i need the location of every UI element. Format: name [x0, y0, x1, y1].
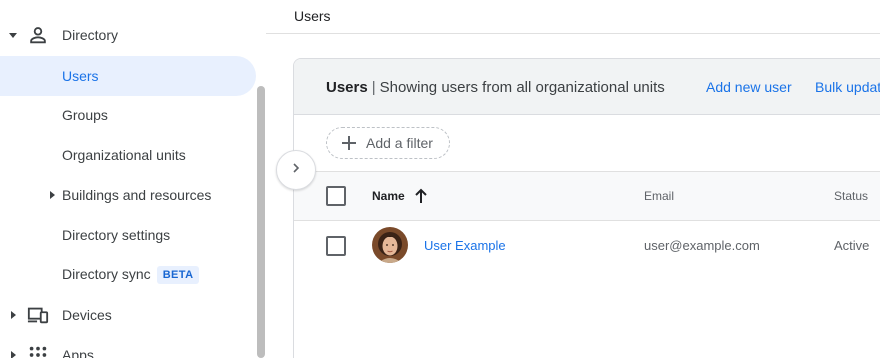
sidebar-item-label: Buildings and resources [62, 187, 212, 203]
divider [266, 33, 880, 34]
avatar [372, 227, 408, 263]
table-header: Name Email Status [294, 171, 880, 221]
user-name-link[interactable]: User Example [424, 238, 506, 253]
sidebar-item-label: Users [62, 68, 99, 84]
caret-right-icon[interactable] [48, 190, 56, 200]
caret-down-icon[interactable] [8, 30, 18, 40]
sidebar-item-label: Directory settings [62, 227, 171, 243]
add-new-user-link[interactable]: Add new user [706, 79, 792, 95]
users-card: Users | Showing users from all organizatio… [293, 58, 880, 358]
sidebar-item-directory-settings[interactable]: Directory settings [0, 215, 256, 255]
card-title-bold: Users [326, 79, 368, 96]
sidebar: Directory Users Groups Organizational un… [0, 0, 266, 358]
sidebar-item-label: Directory [62, 27, 119, 43]
sidebar-item-devices[interactable]: Devices [0, 295, 256, 335]
person-icon [27, 24, 49, 46]
sidebar-item-label: Groups [62, 107, 108, 123]
caret-right-icon[interactable] [8, 310, 18, 320]
beta-badge: BETA [156, 266, 200, 285]
caret-right-icon[interactable] [8, 350, 18, 358]
sidebar-item-label-wrap: Directory sync BETA [62, 265, 200, 285]
apps-grid-icon [27, 344, 49, 358]
main-content: Users Users | Showing users from all organ… [266, 0, 880, 358]
add-filter-label: Add a filter [366, 135, 433, 151]
sidebar-item-apps[interactable]: Apps [0, 335, 256, 358]
card-header: Users | Showing users from all organizatio… [294, 59, 880, 115]
sidebar-item-groups[interactable]: Groups [0, 95, 256, 135]
arrow-up-icon[interactable] [414, 188, 428, 204]
title-separator: | [371, 79, 376, 96]
sidebar-item-users[interactable]: Users [0, 56, 256, 96]
add-filter-button[interactable]: Add a filter [326, 127, 450, 159]
sidebar-item-directory[interactable]: Directory [0, 15, 266, 55]
sidebar-item-label: Organizational units [62, 147, 186, 163]
select-all-checkbox[interactable] [326, 186, 346, 206]
user-status: Active [834, 238, 870, 253]
column-header-email[interactable]: Email [644, 189, 674, 203]
plus-icon [339, 136, 359, 150]
card-subtitle: Showing users from all organizational un… [379, 79, 665, 96]
sidebar-item-organizational-units[interactable]: Organizational units [0, 135, 256, 175]
table-row[interactable]: User Example user@example.com Active [294, 221, 880, 271]
bulk-update-link[interactable]: Bulk updat [815, 79, 880, 95]
user-email: user@example.com [644, 238, 760, 253]
sidebar-item-directory-sync[interactable]: Directory sync BETA [0, 255, 256, 295]
column-header-name[interactable]: Name [372, 189, 405, 203]
sidebar-item-label: Devices [62, 307, 112, 323]
devices-icon [27, 304, 49, 326]
row-checkbox[interactable] [326, 236, 346, 256]
card-title: Users | Showing users from all organizatio… [326, 79, 665, 96]
page-title: Users [294, 8, 331, 24]
sidebar-item-buildings-and-resources[interactable]: Buildings and resources [0, 175, 256, 215]
chevron-right-icon [290, 161, 302, 179]
sidebar-item-label: Apps [62, 347, 94, 358]
expand-panel-button[interactable] [276, 150, 316, 190]
sidebar-scrollbar[interactable] [257, 86, 265, 358]
column-header-status[interactable]: Status [834, 189, 868, 203]
sidebar-item-label: Directory sync [62, 265, 151, 282]
